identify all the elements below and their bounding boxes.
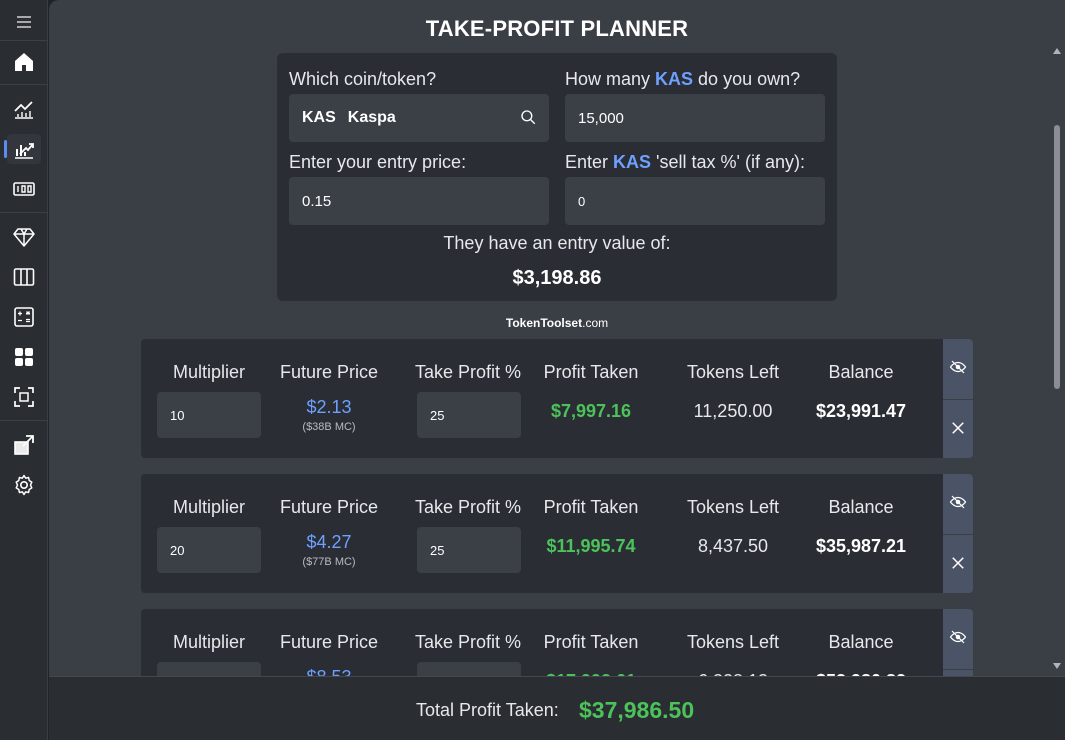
tokens-left-header: Tokens Left — [686, 362, 780, 382]
take-profit-input[interactable]: 25 — [417, 527, 521, 573]
columns-icon[interactable] — [7, 262, 41, 292]
market-cap: ($38B MC) — [302, 421, 356, 433]
balance-value: $35,987.21 — [815, 536, 907, 556]
calculator-icon[interactable] — [7, 302, 41, 332]
scrollbar-thumb[interactable] — [1054, 125, 1060, 389]
multiplier-header: Multiplier — [172, 362, 246, 382]
focus-frame-icon[interactable] — [7, 382, 41, 412]
tokens-left-value: 11,250.00 — [693, 401, 773, 421]
entry-price-input[interactable]: 0.15 — [289, 177, 549, 225]
entry-value-amount: $3,198.86 — [512, 267, 602, 289]
eye-off-icon[interactable] — [949, 493, 967, 511]
scroll-up-arrow-icon[interactable] — [1053, 47, 1061, 55]
menu-icon[interactable] — [7, 7, 41, 37]
future-price-header: Future Price — [279, 362, 379, 382]
entry-price-label: Enter your entry price: — [289, 152, 467, 172]
take-profit-input[interactable]: 25 — [417, 392, 521, 438]
tokens-left-header: Tokens Left — [686, 632, 780, 652]
balance-header: Balance — [828, 632, 894, 652]
home-icon[interactable] — [7, 47, 41, 77]
coin-search-field[interactable]: KAS Kaspa — [289, 94, 549, 142]
main-panel: TAKE-PROFIT PLANNER Which coin/token? KA… — [49, 0, 1065, 740]
total-footer: Total Profit Taken: $37,986.50 — [49, 676, 1065, 740]
future-price-header: Future Price — [279, 497, 379, 517]
future-price-header: Future Price — [279, 632, 379, 652]
tokens-left-header: Tokens Left — [686, 497, 780, 517]
profit-taken-value: $7,997.16 — [550, 401, 632, 421]
counter-icon[interactable] — [7, 174, 41, 204]
tokens-left-value: 8,437.50 — [697, 536, 769, 556]
market-cap: ($77B MC) — [302, 556, 356, 568]
future-price: $4.27 — [306, 532, 352, 552]
future-price: $2.13 — [306, 397, 352, 417]
external-link-icon[interactable] — [7, 430, 41, 460]
balance-value: $23,991.47 — [815, 401, 907, 421]
take-profit-chart-icon[interactable] — [7, 134, 41, 164]
own-amount-input[interactable]: 15,000 — [565, 94, 825, 142]
own-label: How many KAS do you own? — [565, 69, 801, 89]
entry-value-label: They have an entry value of: — [443, 233, 671, 253]
sell-tax-label: Enter KAS 'sell tax %' (if any): — [565, 152, 805, 172]
scroll-down-arrow-icon[interactable] — [1053, 662, 1061, 670]
chart-line-icon[interactable] — [7, 94, 41, 124]
row-actions — [943, 474, 973, 593]
profit-taken-header: Profit Taken — [543, 497, 639, 517]
search-icon[interactable] — [519, 108, 537, 126]
diamond-icon[interactable] — [7, 222, 41, 252]
grid-icon[interactable] — [7, 342, 41, 372]
row-actions — [943, 339, 973, 458]
settings-gear-icon[interactable] — [7, 470, 41, 500]
coin-symbol: KAS — [302, 109, 336, 126]
multiplier-header: Multiplier — [172, 497, 246, 517]
balance-header: Balance — [828, 362, 894, 382]
take-profit-header: Take Profit % — [414, 497, 522, 517]
profit-taken-value: $11,995.74 — [546, 536, 636, 556]
brand-text: TokenToolset.com — [505, 316, 609, 330]
total-profit-label: Total Profit Taken: — [416, 700, 559, 720]
total-profit-value: $37,986.50 — [579, 697, 695, 723]
page-title: TAKE-PROFIT PLANNER — [425, 16, 689, 41]
sidebar — [0, 0, 48, 740]
coin-form: Which coin/token? KAS Kaspa How many KAS… — [277, 53, 837, 301]
close-icon[interactable] — [949, 554, 967, 572]
balance-header: Balance — [828, 497, 894, 517]
take-profit-row: Multiplier Future Price Take Profit % Pr… — [141, 474, 943, 593]
eye-off-icon[interactable] — [949, 358, 967, 376]
take-profit-header: Take Profit % — [414, 362, 522, 382]
close-icon[interactable] — [949, 419, 967, 437]
multiplier-header: Multiplier — [172, 632, 246, 652]
multiplier-input[interactable]: 10 — [157, 392, 261, 438]
profit-taken-header: Profit Taken — [543, 362, 639, 382]
sell-tax-input[interactable]: 0 — [565, 177, 825, 225]
eye-off-icon[interactable] — [949, 628, 967, 646]
take-profit-header: Take Profit % — [414, 632, 522, 652]
multiplier-input[interactable]: 20 — [157, 527, 261, 573]
coin-label: Which coin/token? — [289, 69, 437, 89]
profit-taken-header: Profit Taken — [543, 632, 639, 652]
take-profit-row: Multiplier Future Price Take Profit % Pr… — [141, 339, 943, 458]
coin-name: Kaspa — [347, 109, 396, 126]
